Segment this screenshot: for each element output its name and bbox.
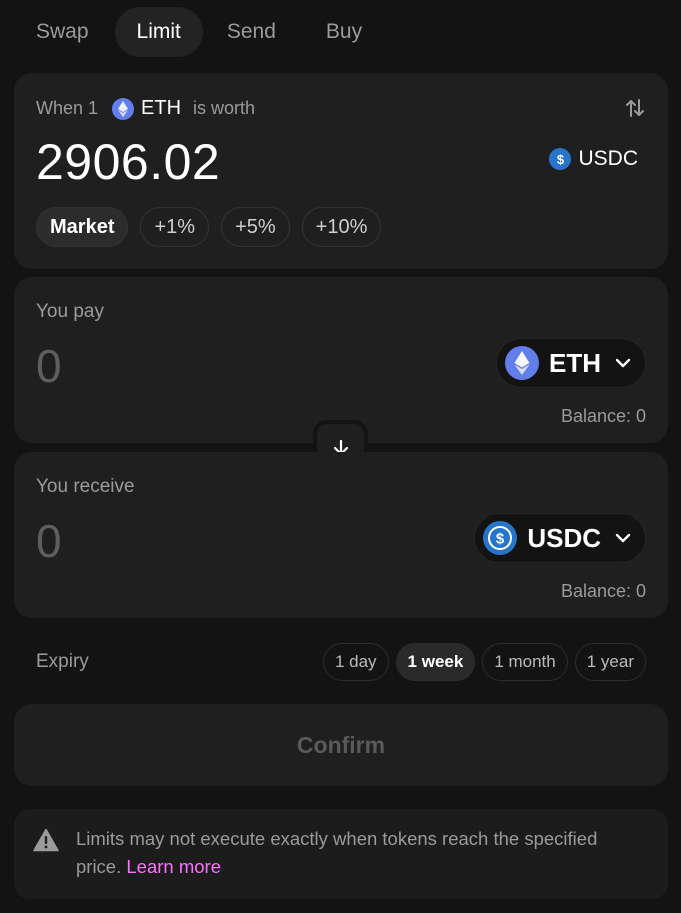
quote-token[interactable]: $ USDC	[549, 147, 638, 171]
usdc-icon: $	[483, 521, 518, 555]
chevron-down-icon	[615, 358, 631, 368]
when-prefix: When 1	[36, 98, 99, 118]
receive-label: You receive	[36, 476, 135, 497]
expiry-1-week-button[interactable]: 1 week	[395, 643, 476, 681]
expiry-1-year-button[interactable]: 1 year	[574, 643, 646, 681]
price-presets: Market +1% +5% +10%	[36, 207, 382, 247]
tab-send[interactable]: Send	[205, 7, 298, 57]
receive-amount-input[interactable]: 0	[36, 514, 62, 568]
pay-balance: Balance: 0	[560, 406, 646, 426]
pay-label: You pay	[36, 301, 104, 322]
expiry-options: 1 day 1 week 1 month 1 year	[322, 643, 646, 681]
eth-icon	[505, 346, 539, 380]
receive-token-selector[interactable]: $ USDC	[474, 513, 646, 563]
quote-token-symbol: USDC	[578, 147, 638, 170]
preset-5pct-button[interactable]: +5%	[221, 207, 290, 247]
notice-text-block: Limits may not execute exactly when toke…	[76, 825, 636, 881]
limit-price-card: When 1 ETH is worth 2906.02 $ USDC Marke…	[14, 73, 668, 269]
mode-tabs: Swap Limit Send Buy	[14, 7, 384, 57]
learn-more-link[interactable]: Learn more	[126, 856, 221, 877]
base-token-symbol: ETH	[141, 97, 182, 119]
limit-price-input[interactable]: 2906.02	[36, 133, 220, 191]
expiry-label: Expiry	[36, 651, 89, 672]
warning-icon	[33, 828, 59, 852]
preset-10pct-button[interactable]: +10%	[301, 207, 382, 247]
expiry-1-month-button[interactable]: 1 month	[482, 643, 568, 681]
chevron-down-icon	[615, 533, 631, 543]
base-token[interactable]: ETH	[112, 97, 181, 120]
limit-condition: When 1 ETH is worth	[36, 97, 255, 120]
pay-panel: You pay 0 ETH Balance: 0	[14, 277, 668, 443]
usdc-icon: $	[549, 148, 572, 170]
tab-limit[interactable]: Limit	[114, 7, 203, 57]
receive-balance: Balance: 0	[560, 581, 646, 601]
eth-icon	[112, 97, 135, 120]
svg-text:$: $	[496, 531, 505, 548]
expiry-1-day-button[interactable]: 1 day	[322, 643, 389, 681]
pay-amount-input[interactable]: 0	[36, 339, 62, 393]
receive-panel: You receive 0 $ USDC Balance: 0	[14, 452, 668, 618]
swap-vertical-icon[interactable]	[624, 97, 646, 119]
tab-buy[interactable]: Buy	[304, 7, 384, 57]
is-worth-text: is worth	[193, 98, 256, 118]
pay-token-symbol: ETH	[549, 347, 601, 378]
receive-token-symbol: USDC	[527, 522, 601, 553]
preset-1pct-button[interactable]: +1%	[140, 207, 210, 247]
pay-token-selector[interactable]: ETH	[496, 338, 646, 388]
limit-notice: Limits may not execute exactly when toke…	[14, 809, 668, 899]
preset-market-button[interactable]: Market	[36, 207, 129, 247]
tab-swap[interactable]: Swap	[14, 7, 111, 57]
confirm-button[interactable]: Confirm	[14, 704, 668, 786]
